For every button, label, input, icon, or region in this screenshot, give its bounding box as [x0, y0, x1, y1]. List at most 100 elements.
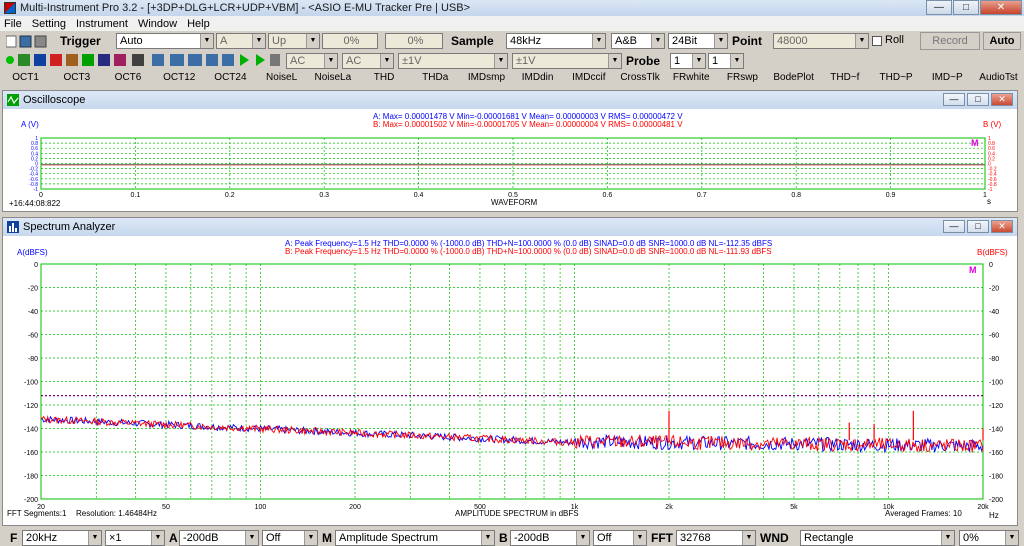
b-floor-value: -200dB — [514, 532, 550, 544]
spec-y-tick-b: -100 — [989, 380, 1003, 387]
toolbar-btn-oct12[interactable]: OCT12 — [154, 70, 205, 86]
sample-rate-select[interactable]: 48kHz ▼ — [506, 33, 606, 49]
toolbar-btn-imd-p[interactable]: IMD~P — [922, 70, 973, 86]
toolbar-btn-bodeplot[interactable]: BodePlot — [768, 70, 819, 86]
toolbar-btn-imddin[interactable]: IMDdin — [512, 70, 563, 86]
toolbar-btn-thda[interactable]: THDa — [410, 70, 461, 86]
toolbar-instruments: AC ▼ AC ▼ ±1V ▼ ±1V ▼ Probe 1 ▼ 1 ▼ — [0, 52, 1024, 69]
menu-help[interactable]: Help — [187, 18, 210, 30]
chevron-down-icon: ▼ — [245, 531, 258, 545]
osc-y-tick-a: -1 — [34, 187, 39, 193]
freq-label: F — [10, 531, 18, 545]
minimize-button[interactable]: — — [926, 0, 952, 15]
spec-y-tick-b: -60 — [989, 333, 999, 340]
spec-x-tick: 5k — [790, 504, 798, 511]
menu-setting[interactable]: Setting — [32, 18, 66, 30]
close-button[interactable]: ✕ — [980, 0, 1022, 15]
toolbar-btn-thd[interactable]: THD — [358, 70, 409, 86]
a-floor-label: A — [169, 531, 178, 545]
roll-checkbox[interactable] — [872, 36, 882, 46]
b-floor-select[interactable]: -200dB ▼ — [510, 530, 590, 546]
file-icons[interactable] — [6, 35, 56, 48]
chevron-down-icon: ▼ — [324, 54, 337, 68]
point-label: Point — [732, 34, 762, 48]
trigger-channel-select[interactable]: A ▼ — [216, 33, 266, 49]
chevron-down-icon: ▼ — [380, 54, 393, 68]
trigger-mode-value: Auto — [120, 35, 143, 47]
chevron-down-icon: ▼ — [252, 34, 265, 48]
oscilloscope-plot[interactable]: 0 0.1 0.2 0.3 0.4 0.5 0.6 0.7 0.8 0.9 11 10.8 0.80.6… — [3, 91, 1019, 213]
osc-xunit: s — [987, 197, 991, 206]
trigger-mode-select[interactable]: Auto ▼ — [116, 33, 214, 49]
spec-y-tick-a: -140 — [24, 427, 38, 434]
toolbar-btn-imdccif[interactable]: IMDccif — [563, 70, 614, 86]
fft-size-select[interactable]: 32768 ▼ — [676, 530, 756, 546]
menu-instrument[interactable]: Instrument — [76, 18, 128, 30]
toolbar-btn-oct6[interactable]: OCT6 — [102, 70, 153, 86]
spec-y-tick-a: -20 — [28, 286, 38, 293]
spec-y-tick-b: -40 — [989, 309, 999, 316]
freq-range-value: 20kHz — [26, 532, 58, 544]
instrument-icons[interactable] — [4, 54, 284, 67]
toolbar-btn-frwhite[interactable]: FRwhite — [666, 70, 717, 86]
toolbar-btn-crosstlk[interactable]: CrossTlk — [614, 70, 665, 86]
zoom-select[interactable]: ×1 ▼ — [105, 530, 165, 546]
channels-select[interactable]: A&B ▼ — [611, 33, 665, 49]
spec-y-tick-a: -200 — [24, 497, 38, 504]
menu-file[interactable]: File — [4, 18, 22, 30]
range-a-select[interactable]: ±1V ▼ — [398, 53, 508, 69]
chevron-down-icon: ▼ — [651, 34, 664, 48]
toolbar-trigger: Trigger Auto ▼ A ▼ Up ▼ 0% 0% Sample 48kHz ▼… — [0, 32, 1024, 51]
coupling-a-select[interactable]: AC ▼ — [286, 53, 338, 69]
spec-y-tick-a: 0 — [34, 262, 38, 269]
points-select[interactable]: 48000 ▼ — [773, 33, 869, 49]
sample-rate-value: 48kHz — [510, 35, 542, 47]
b-off-select[interactable]: Off ▼ — [593, 530, 647, 546]
sample-label: Sample — [451, 34, 494, 48]
record-button[interactable]: Record — [920, 32, 980, 50]
spec-x-tick: 200 — [349, 504, 361, 511]
spec-marker-icon: M — [969, 265, 977, 275]
bits-value: 24Bit — [672, 35, 698, 47]
trigger-edge-select[interactable]: Up ▼ — [268, 33, 320, 49]
a-off-select[interactable]: Off ▼ — [262, 530, 318, 546]
overlap-value: 0% — [963, 532, 979, 544]
toolbar-btn-noisela[interactable]: NoiseLa — [307, 70, 358, 86]
spectrum-plot[interactable]: 20 50 100 200 500 1k 2k 5k 10k 20k0 0-20 -20-40 -40-… — [3, 218, 1019, 527]
chevron-down-icon: ▼ — [88, 531, 101, 545]
toolbar-btn-frswp[interactable]: FRswp — [717, 70, 768, 86]
coupling-b-select[interactable]: AC ▼ — [342, 53, 394, 69]
chevron-down-icon: ▼ — [306, 34, 319, 48]
mode-select[interactable]: Amplitude Spectrum ▼ — [335, 530, 495, 546]
toolbar-btn-thd-f[interactable]: THD~f — [819, 70, 870, 86]
bits-select[interactable]: 24Bit ▼ — [668, 33, 728, 49]
toolbar-btn-thd-p[interactable]: THD~P — [870, 70, 921, 86]
chevron-down-icon: ▼ — [151, 531, 164, 545]
freq-range-select[interactable]: 20kHz ▼ — [22, 530, 102, 546]
osc-x-tick: 0.8 — [791, 192, 801, 199]
spec-fft-segments: FFT Segments:1 — [7, 509, 67, 518]
auto-button[interactable]: Auto — [983, 32, 1021, 50]
spec-xunit: Hz — [989, 511, 999, 520]
trigger-level-input[interactable]: 0% — [322, 33, 378, 49]
toolbar-btn-noisel[interactable]: NoiseL — [256, 70, 307, 86]
toolbar-btn-imdsmp[interactable]: IMDsmp — [461, 70, 512, 86]
probe-b-select[interactable]: 1 ▼ — [708, 53, 744, 69]
toolbar-btn-audiotst[interactable]: AudioTst — [973, 70, 1024, 86]
menu-window[interactable]: Window — [138, 18, 177, 30]
bottom-toolbar: F 20kHz ▼ ×1 ▼ A -200dB ▼ Off ▼ M Amplitude … — [0, 529, 1024, 546]
toolbar-btn-oct24[interactable]: OCT24 — [205, 70, 256, 86]
a-floor-select[interactable]: -200dB ▼ — [179, 530, 259, 546]
trigger-delay-value: 0% — [407, 35, 424, 47]
spec-y-tick-a: -160 — [24, 450, 38, 457]
chevron-down-icon: ▼ — [633, 531, 646, 545]
chevron-down-icon: ▼ — [304, 531, 317, 545]
range-b-select[interactable]: ±1V ▼ — [512, 53, 622, 69]
probe-a-select[interactable]: 1 ▼ — [670, 53, 706, 69]
window-select[interactable]: Rectangle ▼ — [800, 530, 955, 546]
maximize-button[interactable]: □ — [953, 0, 979, 15]
toolbar-btn-oct1[interactable]: OCT1 — [0, 70, 51, 86]
trigger-delay-input[interactable]: 0% — [385, 33, 443, 49]
toolbar-btn-oct3[interactable]: OCT3 — [51, 70, 102, 86]
overlap-select[interactable]: 0% ▼ — [959, 530, 1019, 546]
